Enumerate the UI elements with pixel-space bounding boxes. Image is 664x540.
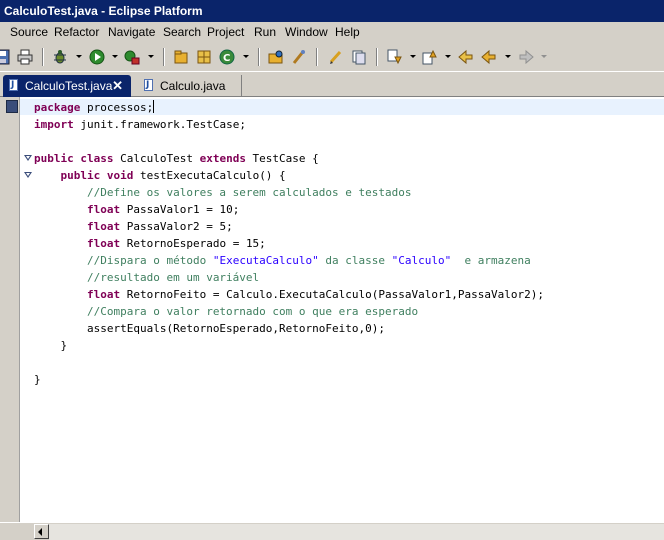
- close-icon[interactable]: ✕: [112, 76, 123, 96]
- code-line: package processos;: [34, 100, 155, 114]
- menu-project[interactable]: Project: [207, 25, 244, 39]
- save-icon[interactable]: [0, 49, 10, 65]
- code-line: }: [34, 373, 41, 386]
- code-line: }: [60, 339, 68, 352]
- open-type-icon[interactable]: [268, 49, 284, 65]
- print-icon[interactable]: [17, 49, 33, 65]
- code-line: float PassaValor1 = 10;: [86, 203, 240, 216]
- debug-icon[interactable]: [52, 49, 68, 65]
- editor-tab-strip: CalculoTest.java ✕ Calculo.java: [0, 72, 664, 97]
- fold-collapse-icon[interactable]: [24, 155, 32, 161]
- svg-text:C: C: [223, 53, 230, 64]
- run-icon[interactable]: [89, 49, 105, 65]
- menu-bar: Source Refactor Navigate Search Project …: [0, 22, 664, 42]
- forward-icon[interactable]: [518, 49, 534, 65]
- java-file-icon: [144, 75, 153, 95]
- code-line: //Dispara o método "ExecutaCalculo" da c…: [86, 254, 531, 267]
- forward-dropdown-arrow[interactable]: [541, 55, 547, 58]
- vertical-ruler: [0, 97, 20, 522]
- code-line: //Compara o valor retornado com o que er…: [86, 305, 419, 318]
- horizontal-scrollbar[interactable]: [0, 522, 664, 540]
- external-tools-dropdown-arrow[interactable]: [148, 55, 154, 58]
- code-text[interactable]: package processos; import junit.framewor…: [34, 99, 544, 388]
- code-line: float RetornoEsperado = 15;: [86, 237, 266, 250]
- toolbar-separator: [258, 48, 260, 66]
- code-line: public void testExecutaCalculo() {: [60, 169, 286, 182]
- back-icon[interactable]: [481, 49, 497, 65]
- scroll-left-arrow-icon[interactable]: [34, 524, 49, 539]
- bookmark-marker-icon: [6, 100, 18, 113]
- new-wizard-dropdown-arrow[interactable]: [243, 55, 249, 58]
- scroll-track[interactable]: [49, 524, 664, 540]
- code-line: import junit.framework.TestCase;: [34, 118, 246, 131]
- toolbar-separator: [376, 48, 378, 66]
- back-dropdown-arrow[interactable]: [505, 55, 511, 58]
- search-icon[interactable]: [291, 49, 307, 65]
- new-wizard-icon[interactable]: C: [219, 49, 235, 65]
- next-annotation-dropdown-arrow[interactable]: [410, 55, 416, 58]
- toolbar-separator: [316, 48, 318, 66]
- tab-calculotest-java[interactable]: CalculoTest.java ✕: [3, 75, 131, 97]
- run-dropdown-arrow[interactable]: [112, 55, 118, 58]
- code-line: //Define os valores a serem calculados e…: [86, 186, 412, 199]
- toolbar-separator: [42, 48, 44, 66]
- menu-run[interactable]: Run: [254, 25, 276, 39]
- code-line: assertEquals(RetornoEsperado,RetornoFeit…: [86, 322, 385, 335]
- debug-dropdown-arrow[interactable]: [76, 55, 82, 58]
- menu-search[interactable]: Search: [163, 25, 201, 39]
- menu-refactor[interactable]: Refactor: [54, 25, 99, 39]
- code-line: //resultado em um variável: [86, 271, 260, 284]
- text-cursor: [153, 100, 155, 113]
- tab-label: Calculo.java: [160, 79, 226, 93]
- tab-calculo-java[interactable]: Calculo.java: [138, 75, 242, 97]
- java-file-icon: [9, 75, 18, 95]
- code-editor[interactable]: package processos; import junit.framewor…: [0, 97, 664, 522]
- edit-icon[interactable]: [328, 49, 344, 65]
- new-class-icon[interactable]: [196, 49, 212, 65]
- new-package-icon[interactable]: [173, 49, 189, 65]
- code-line: public class CalculoTest extends TestCas…: [34, 152, 319, 165]
- last-edit-icon[interactable]: [458, 49, 474, 65]
- menu-navigate[interactable]: Navigate: [108, 25, 155, 39]
- fold-collapse-icon[interactable]: [24, 172, 32, 178]
- next-annotation-icon[interactable]: [386, 49, 402, 65]
- prev-annotation-icon[interactable]: [421, 49, 437, 65]
- menu-help[interactable]: Help: [335, 25, 360, 39]
- toolbar-separator: [163, 48, 165, 66]
- code-line: float PassaValor2 = 5;: [86, 220, 233, 233]
- menu-source[interactable]: Source: [10, 25, 48, 39]
- external-tools-icon[interactable]: [124, 49, 140, 65]
- menu-window[interactable]: Window: [285, 25, 328, 39]
- tab-label: CalculoTest.java: [25, 79, 113, 93]
- prev-annotation-dropdown-arrow[interactable]: [445, 55, 451, 58]
- code-line: float RetornoFeito = Calculo.ExecutaCalc…: [86, 288, 544, 301]
- toolbar: C: [0, 42, 664, 72]
- window-title-bar: CalculoTest.java - Eclipse Platform: [0, 0, 664, 22]
- toggle-mark-icon[interactable]: [351, 49, 367, 65]
